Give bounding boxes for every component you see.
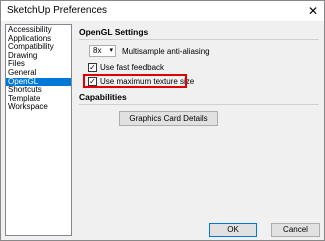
fast-feedback-checkbox[interactable]: ✓	[88, 63, 97, 72]
msaa-label: Multisample anti-aliasing	[122, 47, 210, 56]
capabilities-heading: Capabilities	[79, 92, 127, 102]
window-title: SketchUp Preferences	[7, 5, 108, 16]
chevron-down-icon: ▾	[109, 47, 113, 54]
section-divider	[79, 104, 319, 105]
category-list[interactable]: Accessibility Applications Compatibility…	[5, 24, 72, 236]
sidebar-item-workspace[interactable]: Workspace	[6, 103, 71, 112]
opengl-settings-heading: OpenGL Settings	[79, 27, 149, 37]
close-icon[interactable]: ✕	[306, 4, 320, 18]
graphics-card-details-button[interactable]: Graphics Card Details	[119, 111, 218, 126]
msaa-select[interactable]: 8x ▾	[89, 45, 116, 57]
highlight-box	[83, 74, 187, 88]
msaa-select-value: 8x	[93, 46, 102, 55]
preferences-window: SketchUp Preferences ✕ Accessibility App…	[0, 0, 325, 241]
fast-feedback-label[interactable]: Use fast feedback	[100, 63, 164, 72]
ok-button[interactable]: OK	[209, 223, 257, 237]
title-bar: SketchUp Preferences ✕	[1, 1, 324, 21]
section-divider	[79, 39, 319, 40]
cancel-button[interactable]: Cancel	[271, 223, 320, 237]
